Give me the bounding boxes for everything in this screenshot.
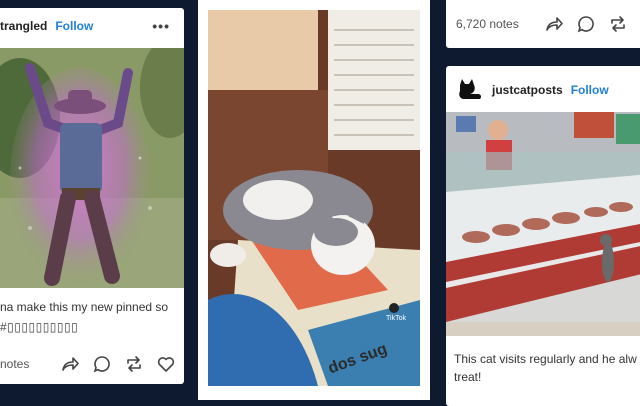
post-header: justcatposts Follow [446, 70, 640, 110]
post-card-right-top: 6,720 notes [446, 0, 640, 48]
post-image-cowboy[interactable] [0, 48, 184, 288]
reblog-icon[interactable] [124, 354, 144, 374]
cowboy-dancing-image [0, 48, 184, 288]
post-caption: na make this my new pinned so [0, 300, 169, 314]
post-card-justcatposts: justcatposts Follow This cat visits regu… [446, 66, 640, 406]
share-icon[interactable] [60, 354, 80, 374]
post-footer: notes [0, 344, 184, 384]
post-tags[interactable]: #▯▯▯▯▯▯▯▯▯▯ [0, 318, 176, 336]
reblog-icon[interactable] [608, 14, 628, 34]
username-link[interactable]: trangled [0, 19, 47, 33]
post-card-left: trangled Follow ••• na make this my new … [0, 8, 184, 384]
reply-icon[interactable] [576, 14, 596, 34]
post-header: trangled Follow ••• [0, 8, 184, 44]
notes-count[interactable]: notes [0, 357, 29, 371]
post-actions [60, 354, 176, 374]
reply-icon[interactable] [92, 354, 112, 374]
tiktok-watermark: TikTok [386, 315, 406, 322]
post-card-video: dos sug TikTok [198, 0, 430, 400]
post-footer: 6,720 notes [446, 6, 640, 42]
cat-silhouette-icon [454, 75, 484, 105]
notes-count[interactable]: 6,720 notes [456, 17, 519, 31]
like-heart-icon[interactable] [156, 354, 176, 374]
post-actions [544, 14, 628, 34]
butcher-counter-image [446, 112, 640, 336]
follow-button[interactable]: Follow [55, 19, 93, 33]
more-options-icon[interactable]: ••• [152, 18, 170, 34]
cat-video[interactable]: dos sug TikTok [208, 10, 420, 386]
post-caption: This cat visits regularly and he alw has… [454, 352, 640, 384]
post-image-butcher[interactable] [446, 112, 640, 336]
cat-on-mat-image: dos sug TikTok [208, 10, 420, 386]
follow-button[interactable]: Follow [571, 83, 609, 97]
share-icon[interactable] [544, 14, 564, 34]
avatar[interactable] [454, 75, 484, 105]
username-link[interactable]: justcatposts [492, 83, 563, 97]
